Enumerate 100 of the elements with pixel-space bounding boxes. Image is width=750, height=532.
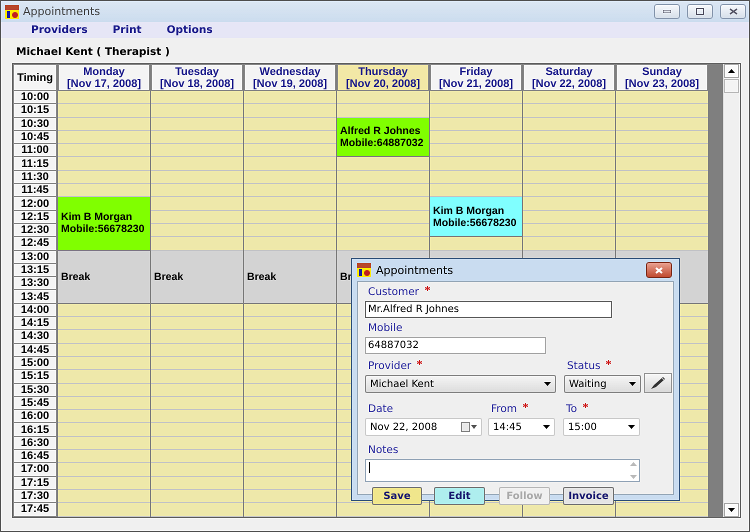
time-label: 11:00: [13, 144, 57, 158]
time-label: 13:30: [13, 277, 57, 290]
time-label: 10:45: [13, 130, 57, 144]
time-label: 17:30: [13, 490, 57, 504]
time-label: 16:45: [13, 450, 57, 464]
up-arrow-icon: [728, 69, 735, 73]
time-label: 13:15: [13, 264, 57, 278]
time-label: 10:30: [13, 118, 57, 131]
dialog-title: Appointments: [376, 264, 454, 276]
time-label: 10:00: [13, 91, 57, 104]
time-slot[interactable]: [337, 503, 429, 516]
appointment-text: Mobile:64887032: [340, 137, 424, 150]
day-header[interactable]: Sunday [Nov 23, 2008]: [616, 64, 708, 91]
dropdown-arrow-icon: [628, 425, 635, 429]
pen-icon: [650, 376, 666, 390]
time-label: 16:30: [13, 436, 57, 450]
dropdown-arrow-icon: [629, 382, 636, 386]
time-label: 14:45: [13, 344, 57, 357]
field-label: Provider: [368, 360, 412, 372]
time-label: 12:30: [13, 224, 57, 238]
scroll-down-button[interactable]: [724, 502, 739, 516]
time-label: 14:15: [13, 317, 57, 330]
appointment-block[interactable]: Alfred R Johnes Mobile:64887032: [337, 118, 429, 156]
dialog-button[interactable]: Invoice: [563, 487, 614, 505]
maximize-button[interactable]: [687, 4, 713, 19]
scroll-thumb[interactable]: [724, 79, 739, 93]
time-label: 13:45: [13, 290, 57, 304]
close-button[interactable]: [646, 262, 672, 278]
notes-field[interactable]: [365, 459, 640, 482]
field-label: Date: [368, 403, 394, 415]
field-label: From: [491, 403, 518, 415]
menu-item[interactable]: Options: [166, 24, 213, 36]
time-slot[interactable]: [244, 304, 336, 318]
time-label: 14:30: [13, 330, 57, 344]
day-header[interactable]: Saturday [Nov 22, 2008]: [523, 64, 615, 91]
time-label: 15:30: [13, 384, 57, 397]
time-label: 16:15: [13, 423, 57, 437]
scroll-up-button[interactable]: [724, 64, 739, 78]
day-header[interactable]: Thursday [Nov 20, 2008]: [337, 64, 429, 91]
dropdown[interactable]: 14:45: [488, 418, 555, 436]
time-label: 15:00: [13, 356, 57, 370]
field-label: To: [566, 403, 578, 415]
text-field[interactable]: Mr.Alfred R Johnes: [365, 301, 612, 318]
time-label: 11:45: [13, 184, 57, 198]
scrollbar[interactable]: [723, 64, 740, 516]
dropdown[interactable]: Michael Kent: [365, 375, 556, 393]
time-label: 17:45: [13, 503, 57, 516]
down-arrow-icon: [728, 508, 735, 512]
time-label: 15:15: [13, 370, 57, 384]
window-title: Appointments: [23, 5, 100, 18]
edit-status-button[interactable]: [644, 373, 672, 393]
time-slot[interactable]: [151, 304, 243, 318]
appointment-text: Mobile:56678230: [433, 216, 518, 229]
field-label: Mobile: [368, 322, 402, 334]
day-header[interactable]: Wednesday [Nov 19, 2008]: [244, 64, 336, 91]
time-slot[interactable]: [58, 304, 150, 318]
break-label: Break: [154, 270, 184, 283]
day-header[interactable]: Monday [Nov 17, 2008]: [58, 64, 150, 91]
field-label: Customer: [368, 286, 420, 298]
appointment-text: Kim B Morgan: [433, 204, 506, 217]
close-button[interactable]: [720, 4, 746, 19]
app-logo-icon: [5, 4, 19, 18]
dropdown[interactable]: Waiting: [564, 375, 641, 393]
time-label: 12:15: [13, 210, 57, 224]
dialog-button[interactable]: Save: [372, 487, 422, 505]
time-label: 17:15: [13, 476, 57, 490]
field-label: Notes: [368, 444, 398, 456]
day-header[interactable]: Friday [Nov 21, 2008]: [430, 64, 522, 91]
dropdown-arrow-icon: [544, 382, 551, 386]
time-label: 13:00: [13, 250, 57, 264]
time-label: 16:00: [13, 410, 57, 424]
break-label: Break: [247, 270, 278, 283]
appointment-text: Kim B Morgan: [61, 211, 134, 224]
field-label: Status: [567, 360, 600, 372]
column-header: Timing: [13, 64, 57, 91]
appointment-block[interactable]: Kim B Morgan Mobile:56678230: [430, 197, 522, 236]
menu-item[interactable]: Print: [112, 24, 142, 36]
time-label: 17:00: [13, 463, 57, 477]
dialog-button[interactable]: Edit: [434, 487, 485, 505]
text-field[interactable]: 64887032: [365, 337, 546, 354]
date-picker[interactable]: Nov 22, 2008: [365, 418, 482, 436]
time-label: 10:15: [13, 104, 57, 118]
time-label: 12:00: [13, 197, 57, 211]
appointment-text: Alfred R Johnes: [340, 125, 422, 138]
minimize-button[interactable]: [654, 4, 680, 19]
day-header[interactable]: Tuesday [Nov 18, 2008]: [151, 64, 243, 91]
notes-scroll-arrows-icon: [630, 462, 637, 479]
app-logo-icon: [357, 263, 371, 277]
time-label: 12:45: [13, 237, 57, 251]
calendar-dropdown-icon: [461, 422, 477, 432]
appointment-block[interactable]: Kim B Morgan Mobile:56678230: [58, 197, 150, 250]
time-label: 14:00: [13, 304, 57, 318]
time-label: 11:15: [13, 157, 57, 171]
minimize-icon: [663, 10, 671, 13]
dropdown[interactable]: 15:00: [563, 418, 640, 436]
provider-heading: Michael Kent ( Therapist ): [15, 46, 171, 59]
close-icon: [655, 266, 663, 274]
break-label: Break: [61, 270, 92, 283]
menu-item[interactable]: Providers: [31, 24, 88, 36]
appointment-text: Mobile:56678230: [61, 223, 146, 236]
